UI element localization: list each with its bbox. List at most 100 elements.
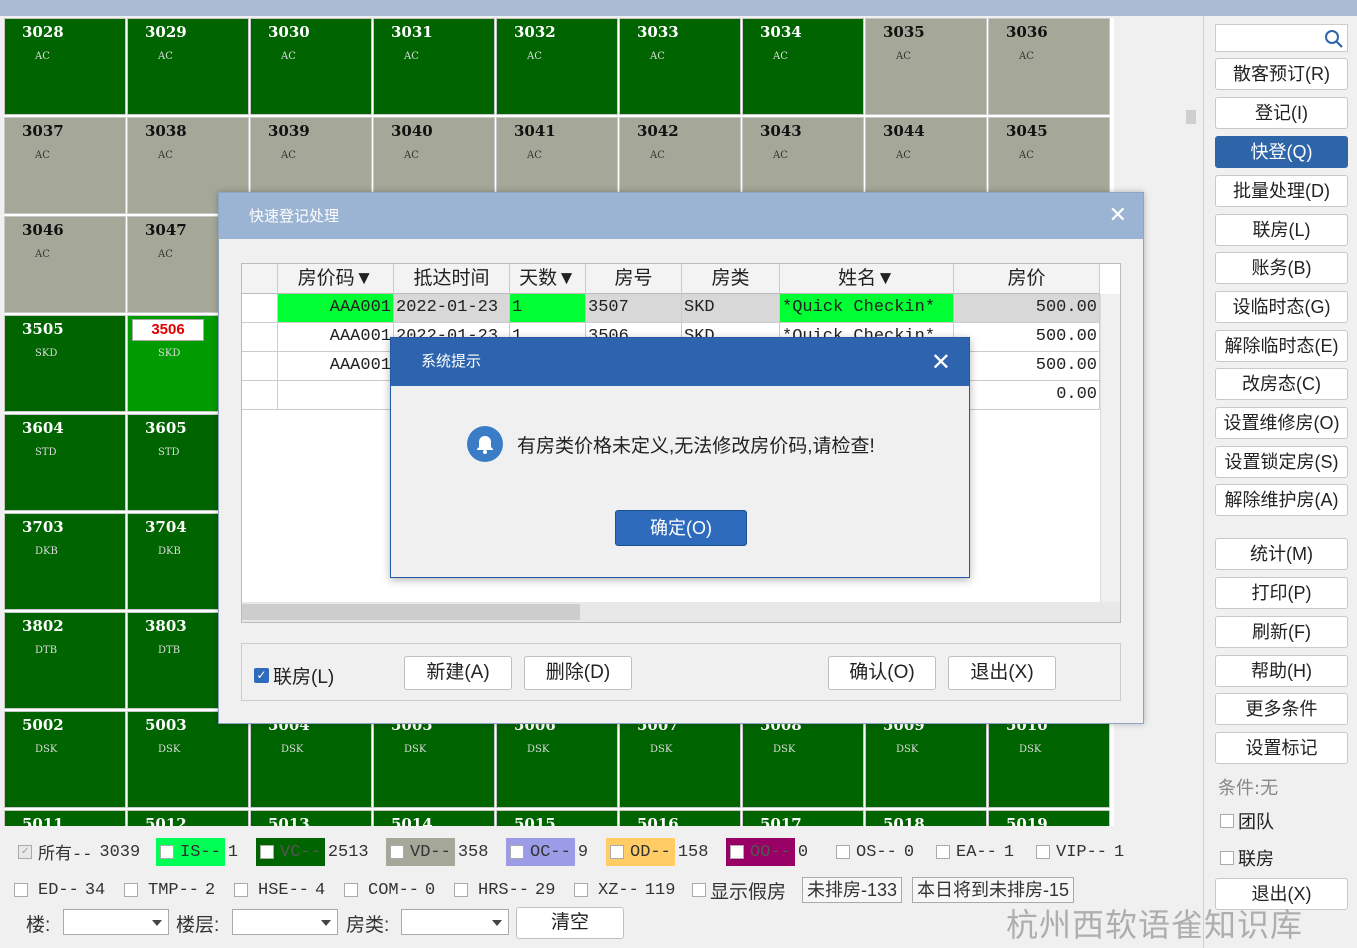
legend-item[interactable]: IS-- 1 <box>156 838 238 866</box>
table-row-header[interactable] <box>242 294 278 323</box>
room-cell[interactable]: 5009 DSK <box>865 711 987 808</box>
legend-item[interactable]: ✓ 所有-- 3039 <box>14 838 140 866</box>
legend-item[interactable]: VC-- 2513 <box>256 838 369 866</box>
confirm-button[interactable]: 确认(O) <box>828 656 936 690</box>
room-cell[interactable]: 5012 <box>127 810 249 826</box>
legend-checkbox[interactable]: ✓ <box>18 845 32 859</box>
link-room-check-icon[interactable]: ✓ <box>254 668 269 683</box>
legend-chip[interactable]: OD-- <box>606 838 675 866</box>
sidebar-button[interactable]: 刷新(F) <box>1215 616 1348 648</box>
room-cell[interactable]: 3703 DKB <box>4 513 126 610</box>
roomtype-select[interactable] <box>401 909 509 935</box>
room-cell[interactable]: 3034 AC <box>742 18 864 115</box>
table-header-cell[interactable]: 房类 <box>682 264 780 294</box>
room-cell[interactable]: 3802 DTB <box>4 612 126 709</box>
legend-chip[interactable]: OC-- <box>506 838 575 866</box>
sidebar-button[interactable]: 批量处理(D) <box>1215 175 1348 207</box>
legend-chip[interactable]: OS-- <box>832 838 901 866</box>
legend-checkbox[interactable] <box>260 845 274 859</box>
legend-checkbox[interactable] <box>124 883 138 897</box>
room-cell[interactable]: 5006 DSK <box>496 711 618 808</box>
link-room-checkbox[interactable]: 联房 <box>1220 845 1274 871</box>
room-cell[interactable]: 3037 AC <box>4 117 126 214</box>
legend-item[interactable]: HSE-- 4 <box>234 876 325 904</box>
legend-item[interactable]: OC-- 9 <box>506 838 588 866</box>
room-cell[interactable]: 3031 AC <box>373 18 495 115</box>
table-scroll-thumb[interactable] <box>242 604 580 620</box>
room-cell[interactable]: 5013 <box>250 810 372 826</box>
room-cell[interactable]: 5010 DSK <box>988 711 1110 808</box>
floor-select[interactable] <box>232 909 338 935</box>
room-cell[interactable]: 5015 <box>496 810 618 826</box>
sidebar-button[interactable]: 快登(Q) <box>1215 136 1348 168</box>
sidebar-button[interactable]: 更多条件 <box>1215 693 1348 725</box>
room-cell[interactable]: 5005 DSK <box>373 711 495 808</box>
table-cell[interactable]: 500.00 <box>954 352 1100 381</box>
dialog-exit-button[interactable]: 退出(X) <box>948 656 1056 690</box>
legend-checkbox[interactable] <box>454 883 468 897</box>
legend-checkbox[interactable] <box>836 845 850 859</box>
table-cell[interactable]: 0.00 <box>954 381 1100 410</box>
room-cell[interactable]: 3505 SKD <box>4 315 126 412</box>
room-cell[interactable]: 3036 AC <box>988 18 1110 115</box>
building-dropdown-arrow-icon[interactable] <box>152 920 162 926</box>
table-vertical-scrollbar[interactable] <box>1100 294 1120 602</box>
legend-checkbox[interactable] <box>234 883 248 897</box>
legend-item[interactable]: OO-- 0 <box>726 838 808 866</box>
search-input[interactable] <box>1215 24 1348 52</box>
sidebar-button[interactable]: 设临时态(G) <box>1215 291 1348 323</box>
sidebar-button[interactable]: 登记(I) <box>1215 97 1348 129</box>
table-row-header[interactable] <box>242 381 278 410</box>
sidebar-button[interactable]: 散客预订(R) <box>1215 58 1348 90</box>
legend-item[interactable]: XZ-- 119 <box>574 876 675 904</box>
room-cell[interactable]: 3028 AC <box>4 18 126 115</box>
table-cell[interactable] <box>278 381 394 410</box>
table-cell[interactable]: SKD <box>682 294 780 323</box>
table-header-cell[interactable]: 房号 <box>586 264 682 294</box>
team-checkbox-box[interactable] <box>1220 814 1234 828</box>
table-cell[interactable]: *Quick Checkin* <box>780 294 954 323</box>
legend-chip[interactable]: VIP-- <box>1032 838 1111 866</box>
legend-checkbox[interactable] <box>936 845 950 859</box>
table-header-cell[interactable]: 抵达时间 <box>394 264 510 294</box>
sidebar-button[interactable]: 解除维护房(A) <box>1215 484 1348 516</box>
legend-item[interactable]: OS-- 0 <box>832 838 914 866</box>
room-cell[interactable]: 5011 <box>4 810 126 826</box>
room-cell[interactable]: 5014 <box>373 810 495 826</box>
room-cell[interactable]: 5016 <box>619 810 741 826</box>
sidebar-button[interactable]: 打印(P) <box>1215 577 1348 609</box>
room-cell[interactable]: 3033 AC <box>619 18 741 115</box>
table-cell[interactable]: 500.00 <box>954 294 1100 323</box>
room-cell[interactable]: 5004 DSK <box>250 711 372 808</box>
table-cell[interactable]: 1 <box>510 294 586 323</box>
legend-item[interactable]: COM-- 0 <box>344 876 435 904</box>
new-button[interactable]: 新建(A) <box>404 656 512 690</box>
table-header-cell[interactable]: 房价码▼ <box>278 264 394 294</box>
sidebar-button[interactable]: 账务(B) <box>1215 252 1348 284</box>
legend-chip[interactable]: ✓ 所有-- <box>14 838 96 866</box>
building-select[interactable] <box>63 909 169 935</box>
sidebar-button[interactable]: 设置锁定房(S) <box>1215 446 1348 478</box>
alert-ok-button[interactable]: 确定(O) <box>615 510 747 546</box>
legend-chip[interactable]: OO-- <box>726 838 795 866</box>
clear-button[interactable]: 清空 <box>516 907 624 939</box>
room-cell[interactable]: 5019 <box>988 810 1110 826</box>
show-fake-box[interactable] <box>692 883 706 897</box>
table-cell[interactable]: AAA001 <box>278 323 394 352</box>
table-row-header[interactable] <box>242 352 278 381</box>
room-cell[interactable]: 5003 DSK <box>127 711 249 808</box>
legend-checkbox[interactable] <box>730 845 744 859</box>
sidebar-button[interactable]: 统计(M) <box>1215 538 1348 570</box>
table-header-cell[interactable]: 房价 <box>954 264 1100 294</box>
table-horizontal-scrollbar[interactable] <box>242 602 1120 622</box>
legend-item[interactable]: VD-- 358 <box>386 838 488 866</box>
sidebar-button[interactable]: 联房(L) <box>1215 214 1348 246</box>
room-cell[interactable]: 3029 AC <box>127 18 249 115</box>
legend-checkbox[interactable] <box>160 845 174 859</box>
legend-checkbox[interactable] <box>510 845 524 859</box>
legend-checkbox[interactable] <box>1036 845 1050 859</box>
legend-item[interactable]: VIP-- 1 <box>1032 838 1124 866</box>
room-cell[interactable]: 3604 STD <box>4 414 126 511</box>
table-cell[interactable]: AAA001 <box>278 294 394 323</box>
legend-item[interactable]: ED-- 34 <box>14 876 105 904</box>
